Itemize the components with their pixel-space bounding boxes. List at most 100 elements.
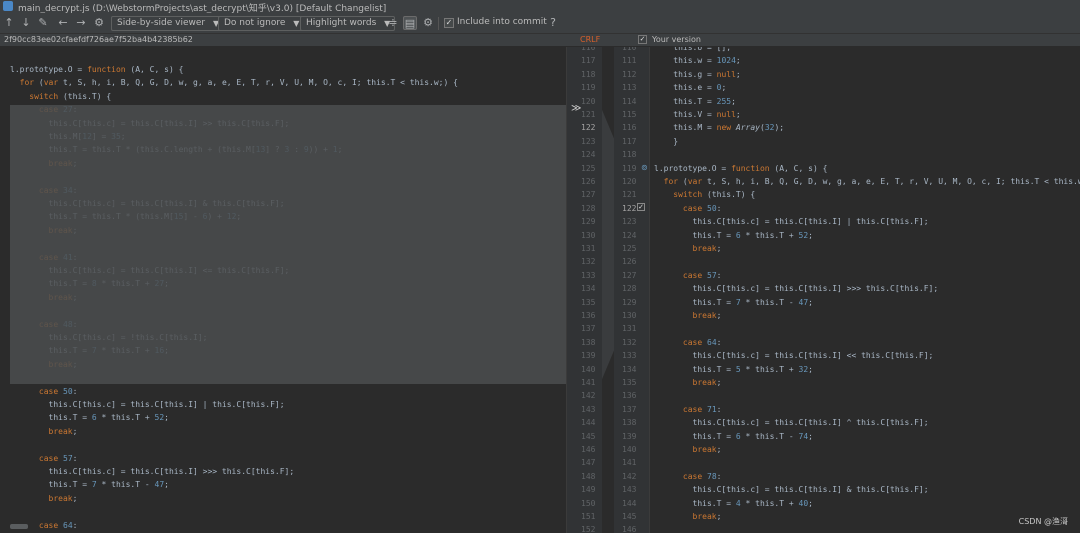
code-line[interactable]: this.T = 5 * this.T + 32; (650, 363, 1080, 376)
horizontal-scrollbar[interactable] (10, 524, 28, 529)
line-number: 117 (622, 136, 637, 146)
code-line[interactable]: break; (0, 425, 566, 438)
code-line[interactable]: case 57: (650, 269, 1080, 282)
arrow-right-icon[interactable]: → (74, 16, 88, 30)
change-include-checkbox[interactable]: ✓ (637, 203, 645, 211)
app-icon (3, 1, 13, 11)
code-line[interactable] (650, 322, 1080, 335)
code-line[interactable]: this.U = []; (650, 47, 1080, 54)
code-line[interactable]: this.T = 255; (650, 95, 1080, 108)
line-number: 118 (581, 69, 596, 79)
line-number: 131 (622, 324, 637, 334)
arrow-up-icon[interactable]: ↑ (2, 16, 16, 30)
line-number: 138 (622, 418, 637, 428)
arrow-left-icon[interactable]: ← (56, 16, 70, 30)
code-line[interactable]: case 57: (0, 452, 566, 465)
your-version-checkbox[interactable]: ✓ (638, 35, 647, 44)
code-line[interactable]: for (var t, S, h, i, B, Q, G, D, w, g, a… (650, 175, 1080, 188)
code-line[interactable]: this.T = 6 * this.T - 74; (650, 430, 1080, 443)
chevron-down-icon: ▼ (293, 19, 300, 28)
gear-icon[interactable]: ⚙ (421, 16, 435, 30)
code-line[interactable]: l.prototype.O = function (A, C, s) { (650, 162, 1080, 175)
include-into-commit-checkbox[interactable]: ✓ (444, 18, 454, 28)
line-number: 146 (581, 445, 596, 454)
line-number: 141 (622, 458, 637, 468)
line-number: 141 (581, 378, 596, 387)
code-line[interactable]: break; (650, 510, 1080, 523)
code-line[interactable] (650, 148, 1080, 161)
code-line[interactable]: this.C[this.c] = this.C[this.I] >>> this… (0, 465, 566, 478)
code-line[interactable]: case 50: (650, 202, 1080, 215)
code-line[interactable]: break; (650, 242, 1080, 255)
code-line[interactable]: this.M = new Array(32); (650, 121, 1080, 134)
code-line[interactable]: this.C[this.c] = this.C[this.I] | this.C… (650, 215, 1080, 228)
line-separator-badge[interactable]: CRLF (580, 35, 600, 44)
code-line[interactable]: break; (650, 443, 1080, 456)
lens-icon[interactable]: ⊚ (641, 163, 648, 172)
settings-icon[interactable]: ⚙ (92, 16, 106, 30)
sync-scroll-icon[interactable]: ▤ (403, 16, 417, 30)
code-line[interactable]: this.T = 4 * this.T + 40; (650, 497, 1080, 510)
line-number: 144 (622, 498, 637, 508)
line-number: 110 (581, 47, 596, 52)
code-line[interactable]: case 78: (650, 470, 1080, 483)
edit-icon[interactable]: ✎ (36, 16, 50, 30)
code-line[interactable]: this.T = 7 * this.T - 47; (0, 478, 566, 491)
code-line[interactable]: this.V = null; (650, 108, 1080, 121)
line-number: 123 (622, 217, 637, 227)
code-line[interactable]: this.T = 6 * this.T + 52; (650, 229, 1080, 242)
line-number: 117 (581, 56, 596, 66)
code-line[interactable]: case 71: (650, 403, 1080, 416)
line-number: 135 (622, 378, 637, 387)
code-line[interactable]: this.T = 6 * this.T + 52; (0, 411, 566, 424)
code-line[interactable]: this.T = 7 * this.T - 47; (650, 296, 1080, 309)
code-line[interactable] (650, 389, 1080, 402)
watermark-text: CSDN @渔滒 (1018, 517, 1068, 526)
code-line[interactable]: } (650, 135, 1080, 148)
line-number: 110 (622, 47, 637, 52)
code-line[interactable]: case 64: (0, 519, 566, 532)
code-line[interactable]: case 64: (650, 336, 1080, 349)
whitespace-dropdown[interactable]: Do not ignore ▼ (218, 16, 305, 31)
title-bar: main_decrypt.js (D:\WebstormProjects\ast… (0, 0, 1080, 14)
code-line[interactable] (0, 505, 566, 518)
code-line[interactable]: this.C[this.c] = this.C[this.I] << this.… (650, 349, 1080, 362)
line-number: 113 (622, 83, 637, 93)
code-line[interactable]: this.C[this.c] = this.C[this.I] ^ this.C… (650, 416, 1080, 429)
line-number: 151 (581, 512, 596, 521)
merge-arrow-icon[interactable]: ≫ (571, 103, 581, 114)
help-button[interactable]: ? (546, 16, 560, 30)
code-line[interactable]: break; (0, 492, 566, 505)
line-number: 144 (581, 418, 596, 428)
code-line[interactable]: this.C[this.c] = this.C[this.I] | this.C… (0, 398, 566, 411)
line-number: 121 (581, 110, 596, 119)
code-line[interactable]: switch (this.T) { (0, 90, 566, 103)
right-code-editor[interactable]: this.U = []; this.w = 1024; this.g = nul… (650, 47, 1080, 533)
code-line[interactable]: l.prototype.O = function (A, C, s) { (0, 63, 566, 76)
code-line[interactable]: break; (650, 376, 1080, 389)
line-number: 118 (622, 150, 637, 160)
line-number: 114 (622, 96, 637, 106)
code-line[interactable]: case 50: (0, 385, 566, 398)
code-line[interactable] (650, 255, 1080, 268)
line-number: 130 (581, 230, 596, 240)
arrow-down-icon[interactable]: ↓ (19, 16, 33, 30)
code-line[interactable] (650, 456, 1080, 469)
collapse-icon[interactable]: ≑ (386, 16, 400, 30)
line-number: 152 (581, 525, 596, 533)
code-line[interactable]: break; (650, 309, 1080, 322)
viewer-mode-dropdown[interactable]: Side-by-side viewer ▼ (111, 16, 225, 31)
highlight-dropdown[interactable]: Highlight words ▼ (300, 16, 396, 31)
code-line[interactable]: for (var t, S, h, i, B, Q, G, D, w, g, a… (0, 76, 566, 89)
code-line[interactable] (0, 438, 566, 451)
code-line[interactable]: this.C[this.c] = this.C[this.I] >>> this… (650, 282, 1080, 295)
line-number: 119 (581, 83, 596, 93)
code-line[interactable]: this.e = 0; (650, 81, 1080, 94)
code-line[interactable]: this.C[this.c] = this.C[this.I] & this.C… (650, 483, 1080, 496)
line-number: 149 (581, 485, 596, 495)
left-line-number-gutter: 110 117 118 119 120 121 122 123 124 125 126 127 128 1… (566, 47, 602, 533)
code-line[interactable]: this.w = 1024; (650, 54, 1080, 67)
code-line[interactable]: this.g = null; (650, 68, 1080, 81)
left-revision-hash: 2f90cc83ee02cfaefdf726ae7f52ba4b42385b62 (4, 35, 193, 44)
code-line[interactable]: switch (this.T) { (650, 188, 1080, 201)
